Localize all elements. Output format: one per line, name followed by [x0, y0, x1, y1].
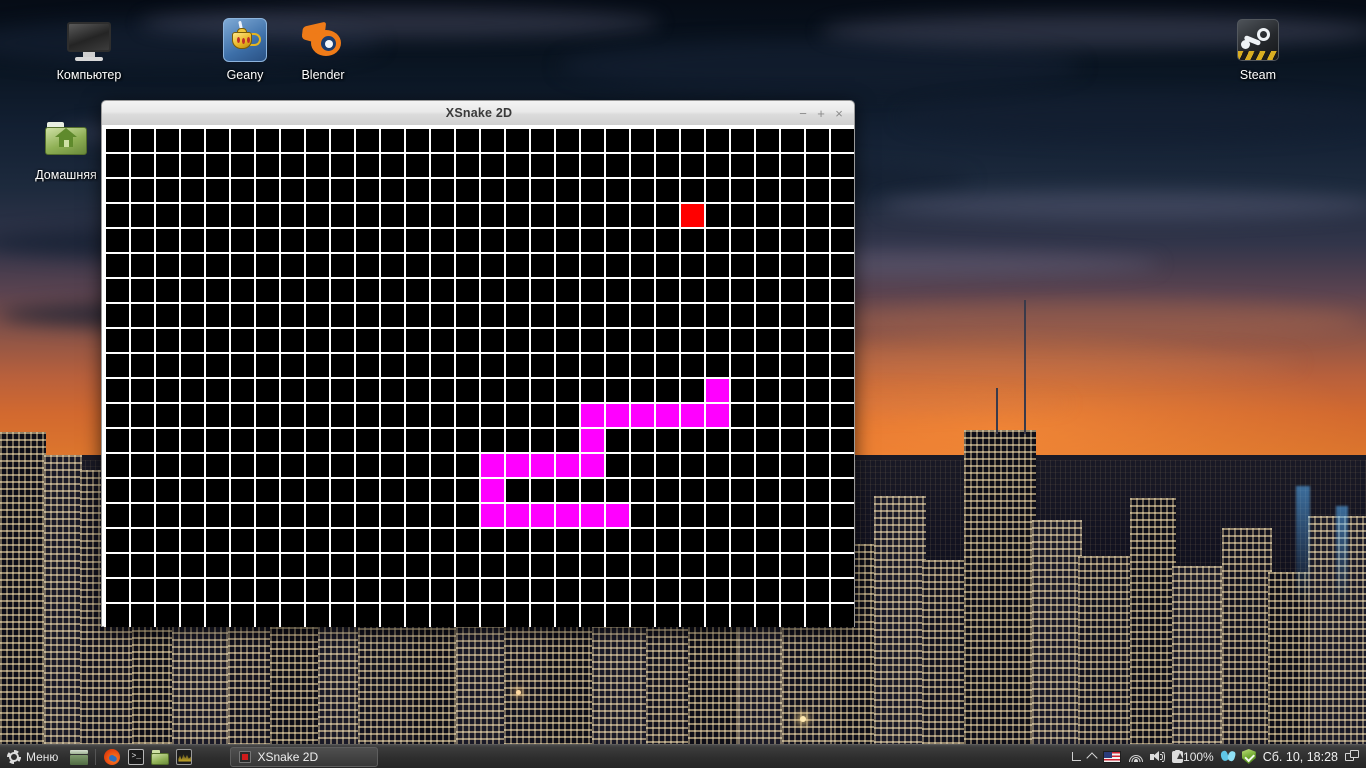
- system-monitor-icon[interactable]: [173, 747, 195, 767]
- building: [964, 430, 1036, 768]
- street-light: [800, 716, 806, 722]
- building: [1078, 556, 1134, 768]
- building: [1032, 520, 1082, 768]
- game-grid: [104, 127, 854, 627]
- snake-segment: [481, 479, 504, 502]
- building: [1130, 498, 1176, 768]
- desktop-icon-label: Steam: [1239, 68, 1277, 82]
- snake-segment: [706, 404, 729, 427]
- close-button[interactable]: ×: [830, 104, 848, 122]
- antenna: [996, 388, 998, 434]
- menu-button[interactable]: Меню: [0, 745, 67, 768]
- battery-percent-label: 100%: [1183, 749, 1214, 764]
- game-canvas[interactable]: [104, 127, 854, 627]
- task-list: XSnake 2D: [226, 746, 379, 767]
- window-titlebar[interactable]: XSnake 2D − + ×: [101, 100, 855, 125]
- desktop-icon-steam[interactable]: Steam: [1210, 16, 1306, 82]
- expand-tray-icon[interactable]: [1086, 752, 1098, 764]
- blender-icon: [299, 16, 347, 64]
- cloud: [880, 190, 1366, 220]
- show-desktop-icon[interactable]: [68, 747, 90, 767]
- snake-segment: [531, 454, 554, 477]
- monitor-icon: [65, 16, 113, 64]
- steam-icon: [1234, 16, 1282, 64]
- xsnake-window[interactable]: XSnake 2D − + ×: [101, 100, 855, 627]
- keyboard-layout-flag-icon[interactable]: [1103, 750, 1122, 763]
- xsnake-task-icon: [239, 750, 252, 763]
- cloud: [560, 40, 1080, 92]
- window-title: XSnake 2D: [445, 106, 513, 120]
- street-light: [516, 690, 521, 695]
- wifi-icon[interactable]: [1128, 751, 1143, 763]
- hide-tray-icon[interactable]: [1072, 752, 1082, 761]
- window-controls: − + ×: [794, 104, 854, 122]
- workspace-switcher-icon[interactable]: [1345, 750, 1359, 763]
- building: [922, 560, 970, 768]
- gear-icon: [7, 749, 21, 764]
- snake-segment: [681, 404, 704, 427]
- desktop-icon-blender[interactable]: Blender: [275, 16, 371, 82]
- snake-segment: [531, 504, 554, 527]
- snake-segment: [581, 404, 604, 427]
- snake-segment: [606, 404, 629, 427]
- home-folder-icon: [42, 116, 90, 164]
- shield-icon[interactable]: [1241, 749, 1256, 764]
- snake-segment: [656, 404, 679, 427]
- window-body: [101, 125, 855, 627]
- snake-segment: [556, 454, 579, 477]
- battery-icon[interactable]: 100%: [1172, 750, 1214, 764]
- task-button-label: XSnake 2D: [257, 749, 319, 764]
- snake-segment: [606, 504, 629, 527]
- snake-segment: [506, 504, 529, 527]
- desktop-icon-computer[interactable]: Компьютер: [41, 16, 137, 82]
- taskbar: Меню >_ XSnake 2D 100% Сб. 10, 18:28: [0, 744, 1366, 768]
- maximize-button[interactable]: +: [812, 104, 830, 122]
- butterfly-icon[interactable]: [1219, 750, 1236, 763]
- building: [874, 496, 926, 768]
- building: [44, 455, 82, 768]
- snake-segment: [481, 504, 504, 527]
- building: [1172, 566, 1226, 768]
- building: [1222, 528, 1272, 768]
- desktop-icon-label: Blender: [301, 68, 345, 82]
- light-beam: [1296, 486, 1310, 606]
- taskbar-separator: [95, 748, 97, 765]
- snake-segment: [581, 429, 604, 452]
- snake-segment: [481, 454, 504, 477]
- light-beam: [1336, 506, 1348, 606]
- cloud: [840, 300, 1360, 340]
- cloud: [900, 95, 1366, 139]
- terminal-icon[interactable]: >_: [125, 747, 147, 767]
- desktop-icon-home[interactable]: Домашняя: [18, 116, 114, 182]
- snake-segment: [581, 504, 604, 527]
- snake-segment: [581, 454, 604, 477]
- teapot-icon: [221, 16, 269, 64]
- system-tray: 100% Сб. 10, 18:28: [1072, 749, 1366, 764]
- menu-button-label: Меню: [26, 749, 59, 764]
- volume-icon[interactable]: [1150, 750, 1166, 763]
- task-button-xsnake[interactable]: XSnake 2D: [230, 746, 379, 767]
- minimize-button[interactable]: −: [794, 104, 812, 122]
- building: [0, 432, 46, 768]
- snake-head: [706, 379, 729, 402]
- snake-segment: [556, 504, 579, 527]
- desktop-icon-label: Компьютер: [56, 68, 122, 82]
- file-manager-icon[interactable]: [149, 747, 171, 767]
- antenna: [1024, 300, 1026, 434]
- snake-segment: [631, 404, 654, 427]
- firefox-icon[interactable]: [101, 747, 123, 767]
- food-item: [681, 204, 704, 227]
- clock[interactable]: Сб. 10, 18:28: [1263, 750, 1338, 764]
- snake-segment: [506, 454, 529, 477]
- desktop-icon-label: Домашняя: [35, 168, 97, 182]
